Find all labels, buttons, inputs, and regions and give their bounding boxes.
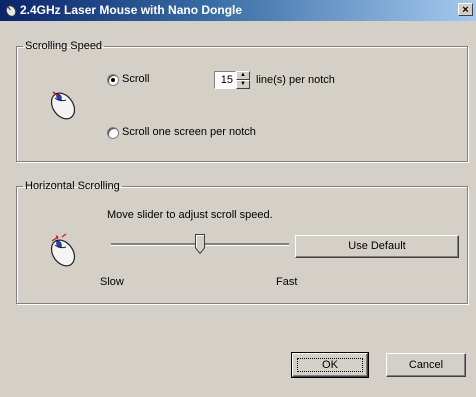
ok-focus-rect — [297, 358, 363, 372]
mouse-icon — [5, 5, 17, 17]
speed-slider-thumb[interactable] — [195, 234, 205, 254]
scroll-lines-radio[interactable] — [107, 74, 119, 86]
scroll-screen-option-label[interactable]: Scroll one screen per notch — [122, 126, 256, 138]
lines-spinner: ▲ ▼ — [236, 71, 250, 89]
ok-button[interactable]: OK — [291, 352, 369, 378]
lines-per-notch-input[interactable]: 15 — [214, 71, 236, 89]
spin-up-button[interactable]: ▲ — [236, 71, 250, 80]
title-bar: 2.4GHz Laser Mouse with Nano Dongle × — [0, 0, 476, 21]
spin-down-button[interactable]: ▼ — [236, 80, 250, 89]
scrolling-speed-group: Scrolling Speed — [16, 40, 468, 162]
scroll-screen-radio[interactable] — [107, 127, 119, 139]
slider-instruction: Move slider to adjust scroll speed. — [107, 209, 273, 221]
cancel-button[interactable]: Cancel — [386, 353, 466, 377]
horizontal-scrolling-legend: Horizontal Scrolling — [25, 180, 120, 192]
lines-per-notch-label: line(s) per notch — [256, 74, 335, 86]
fast-label: Fast — [276, 276, 298, 288]
window-title: 2.4GHz Laser Mouse with Nano Dongle — [20, 3, 243, 17]
close-button[interactable]: × — [458, 3, 473, 16]
use-default-button[interactable]: Use Default — [295, 235, 459, 258]
mouse-tilt-icon — [50, 233, 76, 267]
mouse-wheel-icon — [50, 91, 76, 120]
scrolling-speed-legend: Scrolling Speed — [25, 40, 103, 52]
radio-selected-dot — [111, 78, 115, 82]
scroll-option-label[interactable]: Scroll — [122, 73, 150, 85]
slow-label: Slow — [100, 276, 124, 288]
